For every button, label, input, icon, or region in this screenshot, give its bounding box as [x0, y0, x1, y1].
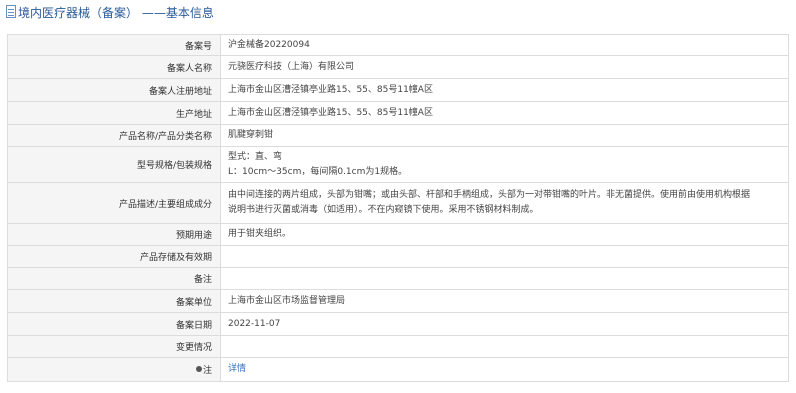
table-row: 产品描述/主要组成成分 由中间连接的两片组成，头部为钳嘴；或由头部、杆部和手柄组…	[7, 182, 789, 224]
table-row: 变更情况	[7, 335, 789, 358]
note-label: 注	[202, 366, 212, 376]
remarks-label: 备注	[7, 267, 221, 290]
table-row: 备案人注册地址 上海市金山区漕泾镇亭业路15、55、85号11幢A区	[7, 78, 789, 102]
description-line: 说明书进行灭菌或消毒（如适用）。不在内窥镜下使用。采用不锈钢材料制成。	[228, 205, 539, 215]
table-row: 预期用途 用于钳夹组织。	[7, 223, 789, 246]
description-label: 产品描述/主要组成成分	[7, 182, 221, 224]
record-no-label: 备案号	[7, 34, 221, 56]
record-unit-value: 上海市金山区市场监督管理局	[220, 289, 789, 313]
product-name-value: 肌腱穿刺钳	[220, 124, 789, 147]
change-value	[220, 335, 789, 358]
record-date-value: 2022-11-07	[220, 312, 789, 336]
table-row: 生产地址 上海市金山区漕泾镇亭业路15、55、85号11幢A区	[7, 101, 789, 125]
intended-use-label: 预期用途	[7, 223, 221, 246]
table-row: 备案单位 上海市金山区市场监督管理局	[7, 289, 789, 313]
description-value: 由中间连接的两片组成，头部为钳嘴；或由头部、杆部和手柄组成，头部为一对带钳嘴的叶…	[220, 182, 789, 224]
record-unit-label: 备案单位	[7, 289, 221, 313]
record-no-value: 沪金械备20220094	[220, 34, 789, 56]
change-label: 变更情况	[7, 335, 221, 358]
details-link[interactable]: 详情	[228, 364, 246, 374]
storage-value	[220, 245, 789, 268]
model-spec-value: 型式：直、弯 L：10cm～35cm，每间隔0.1cm为1规格。	[220, 146, 789, 183]
registrant-value: 元骁医疗科技（上海）有限公司	[220, 55, 789, 79]
registrant-label: 备案人名称	[7, 55, 221, 79]
model-spec-label: 型号规格/包装规格	[7, 146, 221, 183]
page-title: 境内医疗器械（备案） ——基本信息	[18, 6, 214, 20]
model-spec-line: L：10cm～35cm，每间隔0.1cm为1规格。	[228, 166, 408, 177]
table-row: 备注	[7, 267, 789, 290]
basic-info-table: 备案号 沪金械备20220094 备案人名称 元骁医疗科技（上海）有限公司 备案…	[7, 34, 789, 382]
table-row: 备案日期 2022-11-07	[7, 312, 789, 336]
note-value: 详情	[220, 357, 789, 382]
prod-address-label: 生产地址	[7, 101, 221, 125]
prod-address-value: 上海市金山区漕泾镇亭业路15、55、85号11幢A区	[220, 101, 789, 125]
note-label-cell: 注	[7, 357, 221, 382]
table-row: 产品存储及有效期	[7, 245, 789, 268]
product-name-label: 产品名称/产品分类名称	[7, 124, 221, 147]
intended-use-value: 用于钳夹组织。	[220, 223, 789, 246]
table-row: 备案号 沪金械备20220094	[7, 34, 789, 56]
reg-address-label: 备案人注册地址	[7, 78, 221, 102]
storage-label: 产品存储及有效期	[7, 245, 221, 268]
reg-address-value: 上海市金山区漕泾镇亭业路15、55、85号11幢A区	[220, 78, 789, 102]
table-row: 产品名称/产品分类名称 肌腱穿刺钳	[7, 124, 789, 147]
table-row: 型号规格/包装规格 型式：直、弯 L：10cm～35cm，每间隔0.1cm为1规…	[7, 146, 789, 183]
record-date-label: 备案日期	[7, 312, 221, 336]
page-header: 境内医疗器械（备案） ——基本信息	[0, 0, 796, 26]
model-spec-line: 型式：直、弯	[228, 151, 283, 162]
table-row: 备案人名称 元骁医疗科技（上海）有限公司	[7, 55, 789, 79]
pin-icon	[195, 366, 202, 372]
remarks-value	[220, 267, 789, 290]
description-line: 由中间连接的两片组成，头部为钳嘴；或由头部、杆部和手柄组成，头部为一对带钳嘴的叶…	[228, 190, 751, 200]
table-row: 注 详情	[7, 357, 789, 382]
document-icon	[6, 5, 16, 18]
